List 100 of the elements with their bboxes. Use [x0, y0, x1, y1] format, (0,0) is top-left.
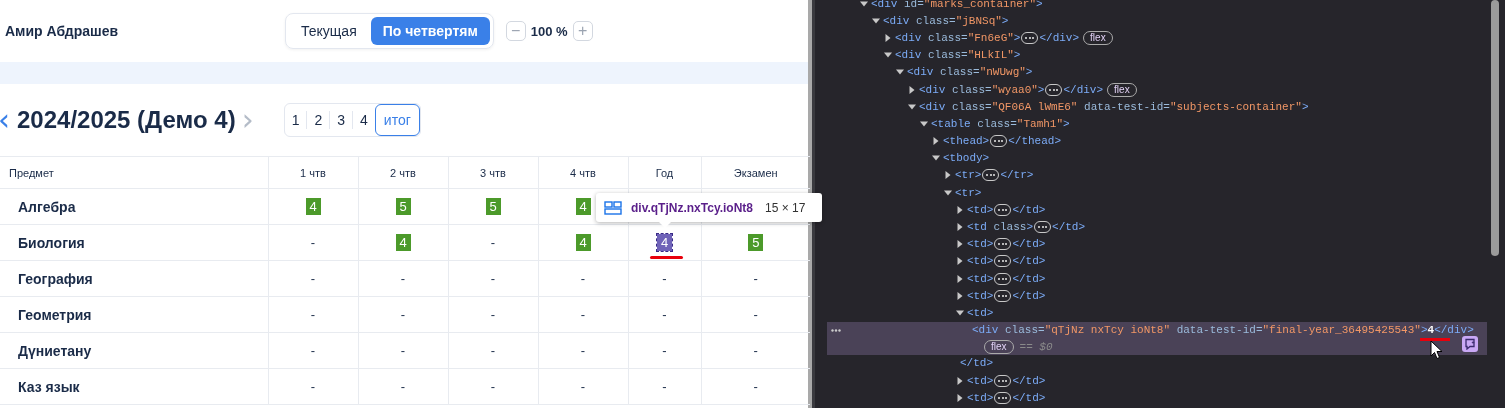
html-element-tag[interactable]: <td>	[967, 255, 994, 268]
html-closing-tag[interactable]: </td>	[1012, 203, 1046, 216]
dom-tree-row[interactable]: <table class="Tamh1">	[815, 115, 1505, 133]
view-mode-tab[interactable]: По четвертям	[370, 17, 490, 45]
dom-tree-row[interactable]: <div class="wyaa0"> </div> flex	[815, 80, 1505, 99]
dom-tree-row[interactable]: <div class="QF06A lWmE6" data-test-id="subjects-container">	[815, 98, 1505, 116]
html-closing-tag[interactable]: </td>	[1012, 391, 1046, 404]
expand-toggle-icon[interactable]	[956, 376, 964, 385]
expand-toggle-icon[interactable]	[896, 68, 904, 77]
html-element-tag[interactable]: <tr>	[955, 169, 982, 182]
grade-badge[interactable]: 5	[748, 234, 764, 251]
html-element-tag[interactable]: <table class="Tamh1">	[931, 117, 1070, 130]
period-tab[interactable]: 3	[330, 111, 354, 129]
html-closing-tag[interactable]: </div>	[1063, 83, 1104, 96]
html-closing-tag[interactable]: </thead>	[1008, 135, 1062, 148]
html-element-tag[interactable]: <thead>	[943, 135, 990, 148]
html-element-tag[interactable]: <tr>	[955, 186, 982, 199]
empty-grade: -	[490, 307, 496, 322]
inspected-grade-badge[interactable]: 4	[657, 234, 672, 251]
dom-tree-row[interactable]: </td>	[815, 354, 1505, 372]
expand-toggle-icon[interactable]	[944, 188, 952, 197]
dom-tree-row[interactable]: <td class> </td>	[815, 218, 1505, 236]
dom-tree-row[interactable]: <td>	[815, 304, 1505, 322]
dom-tree-row[interactable]: <div class="HLkIL">	[815, 46, 1505, 64]
html-element-tag[interactable]: <td>	[967, 238, 994, 251]
html-element-tag[interactable]: <div class="HLkIL">	[895, 49, 1021, 62]
expand-toggle-icon[interactable]	[956, 240, 964, 249]
period-tab[interactable]: итог	[374, 104, 420, 136]
html-closing-tag[interactable]: </td>	[1012, 374, 1046, 387]
html-element-tag[interactable]: <div class="QF06A lWmE6" data-test-id="subjects-container">	[919, 100, 1309, 113]
grade-badge[interactable]: 4	[575, 234, 591, 251]
period-tab[interactable]: 4	[353, 111, 375, 129]
expand-toggle-icon[interactable]	[884, 51, 892, 60]
html-closing-tag[interactable]: </td>	[960, 357, 993, 370]
empty-grade: -	[400, 307, 406, 322]
grade-badge[interactable]: 4	[395, 234, 411, 251]
dom-tree-row[interactable]: <div class="Fn6eG"> </div> flex	[815, 29, 1505, 47]
expand-toggle-icon[interactable]	[956, 274, 964, 283]
expand-toggle-icon[interactable]	[920, 119, 928, 128]
dom-tree-row[interactable]: <tr>	[815, 184, 1505, 202]
cursor-icon	[1430, 340, 1444, 360]
expand-toggle-icon[interactable]	[956, 291, 964, 300]
html-element-tag[interactable]: <div class="qTjNz nxTcy ioNt8" data-test-id="final-year_36495425543">4</div>	[972, 324, 1474, 337]
expand-toggle-icon[interactable]	[908, 102, 916, 111]
html-closing-tag[interactable]: </td>	[1052, 221, 1086, 234]
dom-tree-row[interactable]: <td> </td>	[815, 371, 1505, 390]
view-mode-tab[interactable]: Текущая	[289, 17, 369, 45]
expand-toggle-icon[interactable]	[956, 223, 964, 232]
expand-toggle-icon[interactable]	[956, 393, 964, 402]
expand-toggle-icon[interactable]	[956, 257, 964, 266]
html-closing-tag[interactable]: </td>	[1012, 238, 1046, 251]
html-closing-tag[interactable]: </td>	[1012, 255, 1046, 268]
expand-toggle-icon[interactable]	[908, 85, 916, 94]
html-closing-tag[interactable]: </div>	[1039, 31, 1080, 44]
html-element-tag[interactable]: <td>	[967, 289, 994, 302]
grade-badge[interactable]: 4	[575, 198, 591, 215]
html-element-tag[interactable]: <div class="nWUwg">	[907, 66, 1033, 79]
expand-toggle-icon[interactable]	[932, 154, 940, 163]
dom-tree-row[interactable]: <tr> </tr>	[815, 166, 1505, 185]
year-title: 2024/2025 (Демо 4)	[17, 106, 236, 134]
period-tab[interactable]: 2	[307, 111, 331, 129]
expand-toggle-icon[interactable]	[956, 205, 964, 214]
dom-tree-row[interactable]: <thead> </thead>	[815, 132, 1505, 150]
html-element-tag[interactable]: <div class="Fn6eG">	[895, 31, 1021, 44]
expand-toggle-icon[interactable]	[944, 171, 952, 180]
dom-tree-row[interactable]: <div class="jBNSq">	[815, 12, 1505, 30]
grade-badge[interactable]: 5	[395, 198, 411, 215]
expand-toggle-icon[interactable]	[932, 137, 940, 146]
dom-tree-row[interactable]: <div class="qTjNz nxTcy ioNt8" data-test-id="final-year_36495425543">4</div>	[827, 321, 1487, 339]
dom-tree-row[interactable]: <tbody>	[815, 149, 1505, 167]
dom-tree-row[interactable]: <td> </td>	[815, 270, 1505, 288]
expand-toggle-icon[interactable]	[884, 33, 892, 42]
html-closing-tag[interactable]: </td>	[1012, 272, 1046, 285]
html-element-tag[interactable]: <td>	[967, 391, 994, 404]
period-tab[interactable]: 1	[284, 111, 308, 129]
dom-tree-row[interactable]: <td> </td>	[815, 252, 1505, 270]
html-element-tag[interactable]: <tbody>	[943, 152, 990, 165]
dom-tree-row[interactable]: <div class="nWUwg">	[815, 63, 1505, 81]
html-element-tag[interactable]: <td>	[967, 306, 994, 319]
html-element-tag[interactable]: <td>	[967, 203, 994, 216]
html-element-tag[interactable]: <div class="wyaa0">	[919, 83, 1045, 96]
html-closing-tag[interactable]: </tr>	[1000, 169, 1034, 182]
expand-toggle-icon[interactable]	[872, 16, 880, 25]
more-icon[interactable]	[831, 328, 841, 332]
html-element-tag[interactable]: <td>	[967, 272, 994, 285]
dom-tree-row[interactable]: <td> </td>	[815, 235, 1505, 253]
dom-tree-row[interactable]: <td> </td>	[815, 201, 1505, 219]
html-closing-tag[interactable]: </td>	[1012, 289, 1046, 302]
dom-tree-row[interactable]: <td> </td>	[815, 389, 1505, 407]
grade-badge[interactable]: 4	[305, 198, 321, 215]
scrollbar-thumb[interactable]	[1491, 0, 1499, 256]
chat-icon[interactable]	[1462, 336, 1478, 352]
dom-tree-row[interactable]: <td> </td>	[815, 287, 1505, 305]
html-element-tag[interactable]: <td>	[967, 374, 994, 387]
html-element-tag[interactable]: <td class>	[967, 221, 1034, 234]
html-element-tag[interactable]: <div class="jBNSq">	[883, 14, 1009, 27]
previous-year-button[interactable]: ‹	[0, 105, 11, 135]
expand-toggle-icon[interactable]	[956, 308, 964, 317]
expand-toggle-icon[interactable]	[860, 0, 868, 8]
grade-badge[interactable]: 5	[485, 198, 501, 215]
